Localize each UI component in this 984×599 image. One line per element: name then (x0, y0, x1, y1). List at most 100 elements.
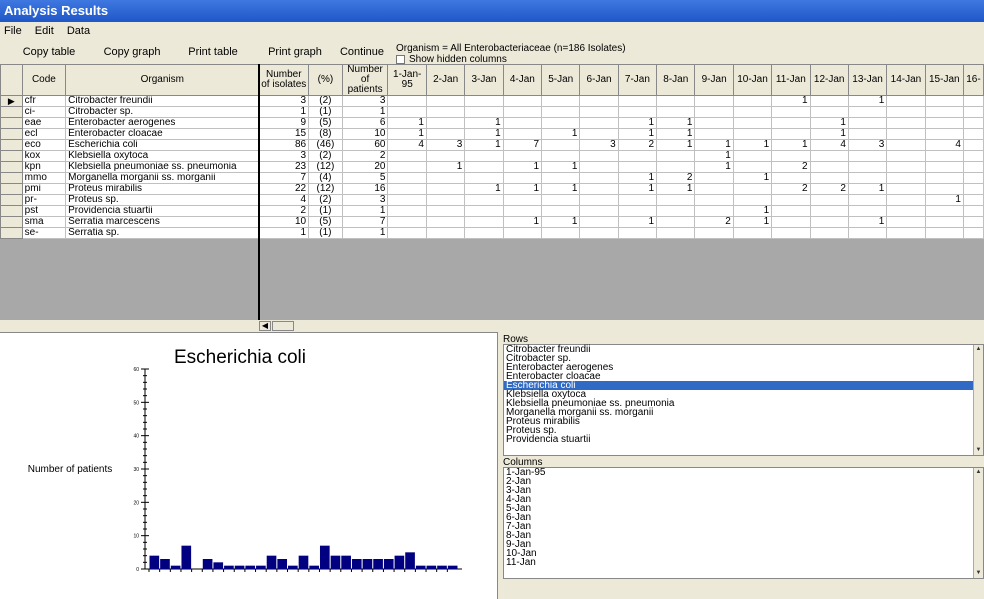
value-cell[interactable]: (12) (308, 183, 343, 195)
list-item[interactable]: 3-Jan (504, 486, 983, 496)
value-cell[interactable]: 1 (617, 117, 658, 129)
value-cell[interactable] (541, 139, 581, 151)
value-cell[interactable]: 7 (502, 139, 543, 151)
list-item[interactable]: 6-Jan (504, 513, 983, 523)
value-cell[interactable]: 2 (617, 139, 658, 151)
value-cell[interactable] (924, 95, 964, 107)
value-cell[interactable] (617, 106, 658, 118)
print-graph-button[interactable]: Print graph (262, 42, 328, 62)
value-cell[interactable] (924, 117, 964, 129)
value-cell[interactable]: 1 (771, 95, 811, 107)
code-cell[interactable]: se- (21, 227, 67, 239)
value-cell[interactable] (464, 205, 504, 217)
code-cell[interactable]: kox (21, 150, 67, 162)
column-header[interactable]: 12-Jan (809, 64, 849, 96)
scroll-down-icon[interactable]: ▼ (974, 569, 983, 578)
value-cell[interactable] (387, 161, 427, 173)
column-header[interactable]: Number of patients (341, 64, 389, 96)
value-cell[interactable]: 1 (656, 117, 696, 129)
value-cell[interactable] (656, 205, 696, 217)
value-cell[interactable] (425, 227, 466, 239)
organism-cell[interactable]: Providencia stuartii (65, 205, 260, 217)
value-cell[interactable] (579, 95, 619, 107)
row-selector[interactable] (0, 106, 23, 118)
value-cell[interactable] (809, 194, 849, 206)
value-cell[interactable] (962, 139, 984, 151)
value-cell[interactable] (962, 150, 984, 162)
value-cell[interactable]: 1 (464, 139, 504, 151)
column-header[interactable]: 10-Jan (732, 64, 773, 96)
value-cell[interactable] (387, 150, 427, 162)
value-cell[interactable] (656, 216, 696, 228)
value-cell[interactable]: 22 (258, 183, 310, 195)
list-item[interactable]: 10-Jan (504, 549, 983, 559)
value-cell[interactable]: 1 (809, 128, 849, 140)
value-cell[interactable] (502, 95, 543, 107)
value-cell[interactable] (579, 106, 619, 118)
value-cell[interactable] (771, 117, 811, 129)
value-cell[interactable] (962, 227, 984, 239)
value-cell[interactable] (771, 227, 811, 239)
value-cell[interactable] (579, 205, 619, 217)
value-cell[interactable]: 1 (464, 183, 504, 195)
value-cell[interactable] (464, 172, 504, 184)
value-cell[interactable]: 3 (341, 95, 389, 107)
value-cell[interactable]: 3 (579, 139, 619, 151)
row-selector[interactable] (0, 183, 23, 195)
value-cell[interactable] (617, 194, 658, 206)
continue-button[interactable]: Continue (338, 42, 386, 62)
value-cell[interactable]: 1 (617, 183, 658, 195)
table-row[interactable]: kpn Klebsiella pneumoniae ss. pneumonia 23… (0, 161, 984, 173)
column-header[interactable]: 2-Jan (425, 64, 466, 96)
list-item[interactable]: 4-Jan (504, 495, 983, 505)
value-cell[interactable]: 1 (656, 139, 696, 151)
value-cell[interactable]: 1 (656, 183, 696, 195)
value-cell[interactable] (694, 106, 734, 118)
value-cell[interactable] (847, 172, 888, 184)
value-cell[interactable] (425, 117, 466, 129)
value-cell[interactable] (924, 216, 964, 228)
value-cell[interactable] (771, 172, 811, 184)
value-cell[interactable] (464, 161, 504, 173)
value-cell[interactable] (771, 194, 811, 206)
value-cell[interactable] (387, 95, 427, 107)
table-row[interactable]: eco Escherichia coli 86 (46) 60 4 3 1 7 3 2 1 1 1 1 4 3 4 (0, 139, 984, 151)
value-cell[interactable] (579, 117, 619, 129)
value-cell[interactable] (771, 205, 811, 217)
value-cell[interactable] (425, 172, 466, 184)
value-cell[interactable]: (1) (308, 205, 343, 217)
value-cell[interactable] (502, 227, 543, 239)
row-selector[interactable] (0, 205, 23, 217)
value-cell[interactable] (656, 106, 696, 118)
organism-cell[interactable]: Citrobacter sp. (65, 106, 260, 118)
value-cell[interactable] (962, 106, 984, 118)
value-cell[interactable] (886, 128, 926, 140)
list-item[interactable]: 9-Jan (504, 540, 983, 550)
value-cell[interactable] (809, 227, 849, 239)
row-selector[interactable] (0, 139, 23, 151)
value-cell[interactable]: 3 (847, 139, 888, 151)
print-table-button[interactable]: Print table (180, 42, 246, 62)
value-cell[interactable]: 1 (656, 128, 696, 140)
code-cell[interactable]: pst (21, 205, 67, 217)
value-cell[interactable] (694, 117, 734, 129)
value-cell[interactable] (924, 161, 964, 173)
value-cell[interactable] (579, 227, 619, 239)
row-selector[interactable] (0, 227, 23, 239)
value-cell[interactable]: 1 (258, 106, 310, 118)
value-cell[interactable] (579, 216, 619, 228)
column-header[interactable]: Code (21, 64, 67, 96)
value-cell[interactable] (656, 150, 696, 162)
value-cell[interactable] (886, 194, 926, 206)
value-cell[interactable]: 1 (387, 117, 427, 129)
value-cell[interactable] (502, 205, 543, 217)
value-cell[interactable] (962, 95, 984, 107)
organism-cell[interactable]: Proteus sp. (65, 194, 260, 206)
value-cell[interactable] (579, 194, 619, 206)
value-cell[interactable] (617, 227, 658, 239)
value-cell[interactable]: 3 (425, 139, 466, 151)
table-row[interactable]: ci- Citrobacter sp. 1 (1) 1 (0, 106, 984, 118)
value-cell[interactable] (464, 150, 504, 162)
organism-cell[interactable]: Klebsiella oxytoca (65, 150, 260, 162)
horizontal-scrollbar[interactable]: ◀ (258, 320, 984, 332)
